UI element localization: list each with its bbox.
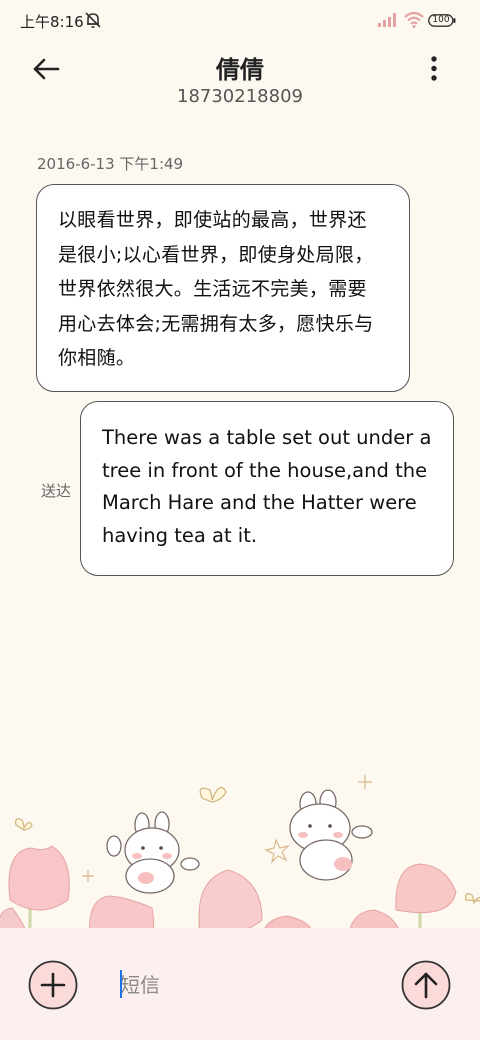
message-line: 以眼看世界，即使站的最高，世界还 [58, 209, 367, 231]
tulip-icon [0, 845, 457, 940]
send-button[interactable] [401, 960, 451, 1010]
message-line: 用心去体会;无需拥有太多，愿快乐与 [58, 312, 374, 335]
more-options-button[interactable] [420, 54, 448, 84]
message-line: March Hare and the Hatter were [102, 491, 417, 514]
contact-name[interactable]: 倩倩 [0, 50, 480, 85]
add-attachment-button[interactable] [28, 960, 78, 1010]
message-line: tree in front of the house,and the [102, 458, 428, 482]
message-text: 以眼看世界，即使站的最高，世界还 是很小;以心看世界，即使身处局限， 世界依然很… [58, 203, 389, 376]
outgoing-message-bubble[interactable]: There was a table set out under a tree i… [80, 401, 454, 576]
message-line: having tea at it. [102, 523, 258, 547]
wallpaper-decoration [0, 775, 480, 940]
message-line: 是很小;以心看世界，即使身处局限， [58, 243, 374, 266]
message-line: 世界依然很大。生活远不完美，需要 [58, 278, 367, 300]
bunny-icon-left [106, 811, 200, 894]
message-line: 你相随。 [58, 347, 136, 369]
incoming-message-bubble[interactable]: 以眼看世界，即使站的最高，世界还 是很小;以心看世界，即使身处局限， 世界依然很… [36, 184, 410, 392]
status-time: 上午8:16 [20, 13, 84, 31]
text-caret [120, 970, 122, 998]
signal-icon [378, 13, 396, 27]
contact-phone-number[interactable]: 18730218809 [0, 86, 480, 107]
status-bar: 上午8:16 100 [0, 0, 480, 40]
message-line: There was a table set out under a [102, 426, 432, 449]
wifi-icon [404, 12, 424, 28]
delivery-status: 送达 [41, 482, 72, 500]
mute-icon [85, 12, 101, 28]
message-text: There was a table set out under a tree i… [102, 422, 437, 552]
battery-level: 100 [432, 15, 450, 25]
message-date: 2016-6-13 下午1:49 [37, 155, 184, 173]
bunny-icon-right [289, 789, 373, 881]
message-input[interactable] [112, 963, 382, 1007]
more-vertical-icon [431, 56, 437, 81]
